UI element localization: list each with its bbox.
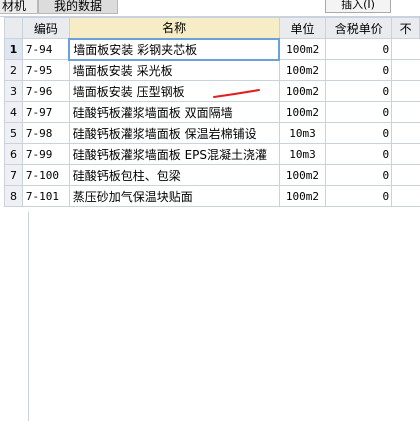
red-annotation-mark bbox=[213, 89, 260, 98]
